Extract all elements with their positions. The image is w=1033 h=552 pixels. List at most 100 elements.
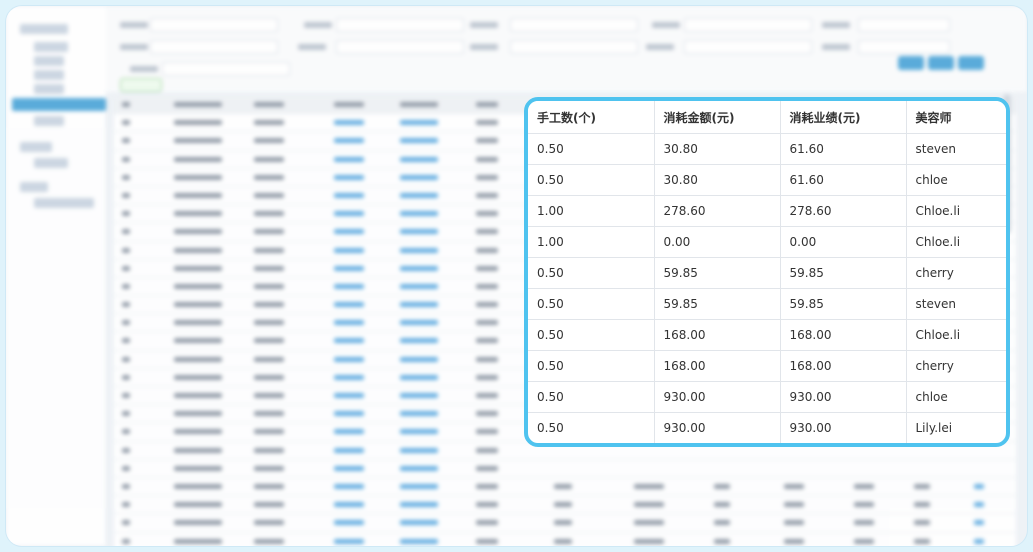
background-cell (122, 356, 130, 362)
column-header-consumption-amount[interactable]: 消耗金额(元) (653, 101, 781, 134)
table-row[interactable]: 0.50 30.80 61.60 chloe (528, 164, 1006, 196)
consumption-amount-cell: 168.00 (653, 350, 781, 382)
sidebar (6, 6, 107, 546)
sidebar-item[interactable] (20, 24, 68, 34)
sidebar-item-active[interactable] (12, 98, 106, 111)
handwork-count-cell: 1.00 (528, 195, 655, 227)
sidebar-item[interactable] (34, 198, 94, 208)
table-row[interactable]: 1.00 278.60 278.60 Chloe.li (528, 195, 1006, 227)
export-button[interactable] (958, 56, 984, 70)
filter-input[interactable] (336, 40, 464, 54)
background-cell (400, 483, 438, 489)
handwork-count-cell: 0.50 (528, 288, 655, 320)
column-header-beautician[interactable]: 美容师 (905, 101, 1006, 134)
beautician-cell: Chloe.li (905, 195, 1006, 227)
table-row[interactable]: 0.50 930.00 930.00 chloe (528, 381, 1006, 413)
consumption-amount-cell: 930.00 (653, 381, 781, 413)
table-row[interactable]: 0.50 930.00 930.00 Lily.lei (528, 412, 1006, 443)
background-cell (254, 192, 284, 198)
sidebar-item[interactable] (34, 84, 64, 94)
table-row[interactable]: 1.00 0.00 0.00 Chloe.li (528, 226, 1006, 258)
background-cell (122, 174, 130, 180)
filter-input[interactable] (684, 40, 812, 54)
handwork-count-cell: 0.50 (528, 133, 655, 165)
table-row[interactable]: 0.50 168.00 168.00 Chloe.li (528, 319, 1006, 351)
sidebar-item[interactable] (34, 158, 68, 168)
table-row[interactable]: 0.50 168.00 168.00 cherry (528, 350, 1006, 382)
filter-input[interactable] (858, 18, 950, 32)
background-cell (400, 429, 438, 435)
consumption-performance-cell: 930.00 (779, 381, 907, 413)
filter-input[interactable] (510, 18, 638, 32)
table-body: 0.50 30.80 61.60 steven 0.50 30.80 61.60 chloe 1… (528, 133, 1006, 443)
filter-input[interactable] (858, 40, 950, 54)
sidebar-item[interactable] (20, 142, 52, 152)
background-cell (254, 374, 284, 380)
background-cell (334, 247, 364, 253)
background-cell (334, 192, 364, 198)
background-cell (254, 411, 284, 417)
sidebar-item[interactable] (34, 56, 64, 66)
search-button[interactable] (898, 56, 924, 70)
filter-input[interactable] (510, 40, 638, 54)
background-cell (334, 120, 364, 126)
background-cell (174, 156, 222, 162)
background-cell (254, 247, 284, 253)
reset-button[interactable] (928, 56, 954, 70)
background-cell (122, 338, 130, 344)
column-header-handwork-count[interactable]: 手工数(个) (528, 101, 655, 134)
handwork-count-cell: 0.50 (528, 350, 655, 382)
background-cell (254, 138, 284, 144)
background-cell (174, 465, 222, 471)
background-cell (400, 320, 438, 326)
background-cell (174, 538, 222, 544)
filter-input[interactable] (162, 62, 290, 76)
background-cell (254, 538, 284, 544)
background-cell (476, 538, 498, 544)
background-cell (476, 156, 498, 162)
column-header-consumption-performance[interactable]: 消耗业绩(元) (779, 101, 907, 134)
background-cell (400, 502, 438, 508)
filter-input[interactable] (150, 18, 278, 32)
consumption-performance-cell: 930.00 (779, 412, 907, 443)
consumption-amount-cell: 59.85 (653, 257, 781, 289)
background-cell (476, 502, 498, 508)
sidebar-item[interactable] (34, 70, 64, 80)
table-row[interactable]: 0.50 30.80 61.60 steven (528, 133, 1006, 165)
consumption-performance-cell: 278.60 (779, 195, 907, 227)
background-cell (476, 411, 498, 417)
background-cell (122, 411, 130, 417)
background-cell (334, 374, 364, 380)
background-cell (254, 302, 284, 308)
filter-label (470, 44, 498, 50)
background-cell (174, 211, 222, 217)
background-cell (122, 502, 130, 508)
sidebar-item[interactable] (34, 42, 68, 52)
filter-input[interactable] (684, 18, 812, 32)
handwork-count-cell: 0.50 (528, 412, 655, 443)
table-row[interactable]: 0.50 59.85 59.85 steven (528, 288, 1006, 320)
background-cell (334, 174, 364, 180)
background-cell (174, 483, 222, 489)
add-button[interactable] (120, 78, 162, 92)
sidebar-item[interactable] (20, 182, 48, 192)
background-cell (174, 229, 222, 235)
background-cell (476, 120, 498, 126)
background-cell (254, 283, 284, 289)
background-cell (122, 120, 130, 126)
background-cell (400, 120, 438, 126)
filter-input[interactable] (336, 18, 464, 32)
sidebar-item[interactable] (34, 116, 64, 126)
background-cell (476, 356, 498, 362)
filter-input[interactable] (150, 40, 278, 54)
background-cell (334, 538, 364, 544)
background-cell (634, 520, 664, 526)
background-cell (122, 465, 130, 471)
background-cell (174, 338, 222, 344)
app-window: 手工数(个) 消耗金额(元) 消耗业绩(元) 美容师 0.50 30.80 61.6… (6, 6, 1027, 546)
table-row[interactable]: 0.50 59.85 59.85 cherry (528, 257, 1006, 289)
background-cell (254, 102, 284, 107)
background-cell (400, 338, 438, 344)
background-cell (400, 102, 438, 107)
background-cell (784, 502, 804, 508)
